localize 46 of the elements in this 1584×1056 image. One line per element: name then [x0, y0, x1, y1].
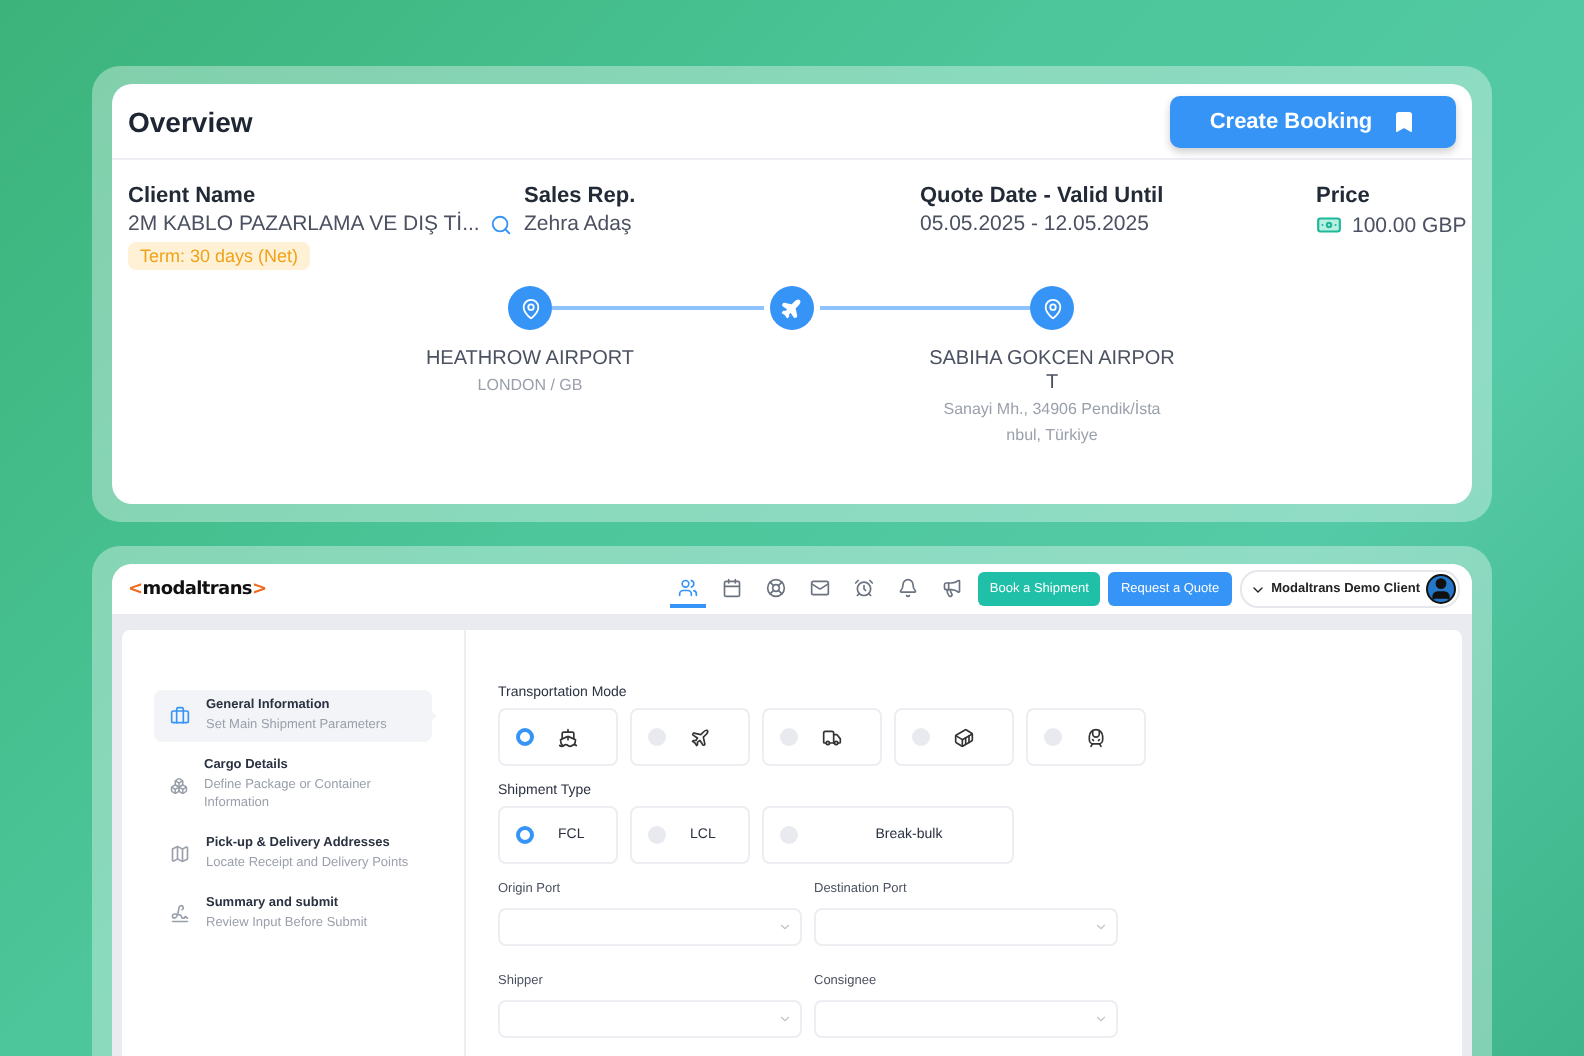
banknote-icon	[1316, 212, 1342, 238]
mode-option[interactable]	[498, 708, 618, 766]
briefcase-icon	[170, 706, 190, 726]
mode-option[interactable]	[1026, 708, 1146, 766]
destination-name: SABIHA GOKCEN AIRPOR T	[927, 348, 1177, 396]
signature-icon	[170, 904, 190, 924]
select-field[interactable]	[498, 1000, 802, 1038]
destination-detail: Sanayi Mh., 34906 Pendik/İsta nbul, Türkiye	[941, 398, 1163, 448]
select-field[interactable]	[814, 908, 1118, 946]
term-badge: Term: 30 days (Net)	[128, 242, 311, 270]
field-value: Zehra Adaş	[524, 212, 634, 236]
mode-option[interactable]	[630, 708, 750, 766]
field-value: 100.00 GBP	[1352, 213, 1467, 237]
map-icon	[170, 844, 190, 864]
field-label: Price	[1316, 184, 1372, 208]
location-pin-icon	[1030, 286, 1074, 330]
ship-icon	[558, 727, 578, 747]
avatar-icon	[1426, 574, 1456, 604]
plane-icon	[769, 286, 813, 330]
field-label: Sales Rep.	[524, 184, 638, 208]
bookmark-icon	[1392, 109, 1417, 133]
truck-icon	[822, 727, 842, 747]
field-value: 2M KABLO PAZARLAMA VE DIŞ Tİ...	[128, 212, 480, 236]
chevron-down-icon	[778, 920, 792, 934]
mode-option[interactable]	[894, 708, 1014, 766]
radio-button[interactable]	[516, 826, 534, 844]
chevron-down-icon	[778, 1012, 792, 1026]
select-field[interactable]	[498, 908, 802, 946]
search-icon[interactable]	[489, 213, 512, 235]
overview-title: Overview	[128, 105, 253, 137]
train-icon	[1086, 727, 1106, 747]
field-label: Client Name	[128, 184, 258, 208]
field-label: Quote Date - Valid Until	[920, 184, 1166, 208]
container-icon	[954, 727, 974, 747]
boxes-icon	[170, 775, 188, 795]
plane-icon	[690, 727, 710, 747]
logo-wordmark: <modaltrans>	[128, 579, 267, 599]
chevron-down-icon	[1094, 1012, 1108, 1026]
origin-name: HEATHROW AIRPORT	[423, 348, 637, 372]
chevron-down-icon	[1094, 920, 1108, 934]
select-field[interactable]	[814, 1000, 1118, 1038]
radio-button[interactable]	[516, 728, 534, 746]
location-pin-icon	[508, 286, 552, 330]
origin-detail: LONDON / GB	[475, 374, 585, 398]
mode-option[interactable]	[762, 708, 882, 766]
field-value: 05.05.2025 - 12.05.2025	[920, 212, 1151, 236]
